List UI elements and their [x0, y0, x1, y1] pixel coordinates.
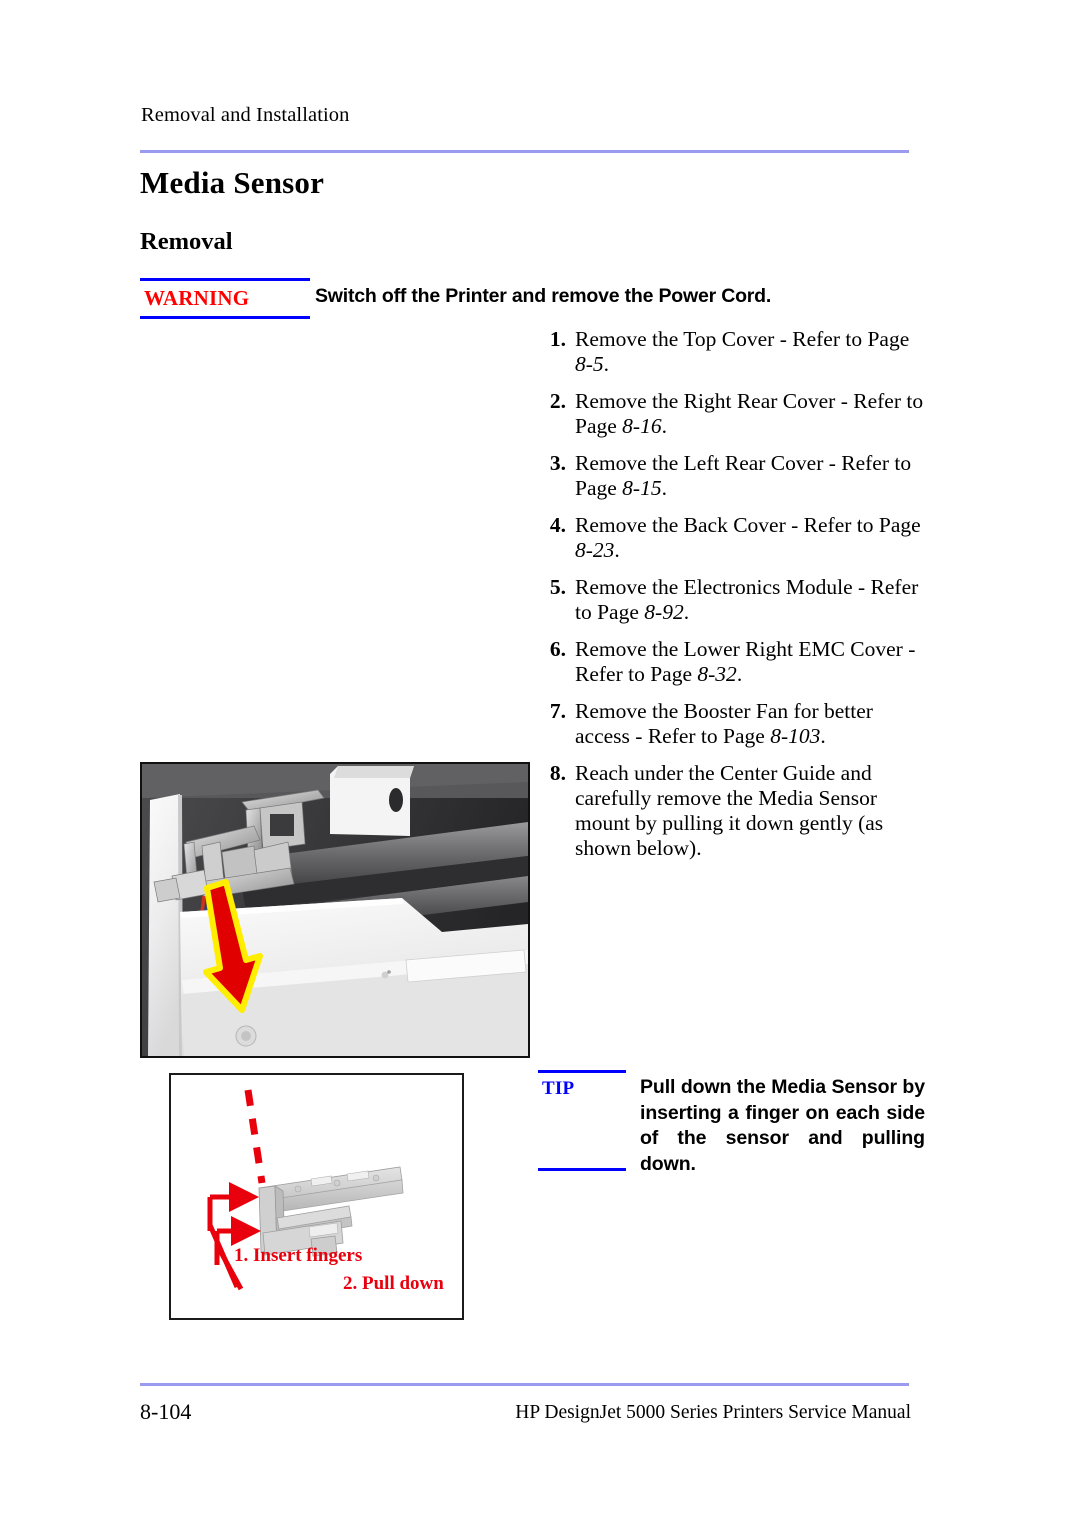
step-body: Remove the Booster Fan for better access… — [575, 699, 873, 748]
step-tail: . — [736, 662, 743, 686]
warning-rule-bottom — [140, 316, 310, 319]
step-page-reference[interactable]: 8-16 — [622, 414, 661, 438]
step-tail: . — [614, 538, 620, 562]
procedure-step: 4. Remove the Back Cover - Refer to Page … — [538, 513, 930, 563]
procedure-step: 7. Remove the Booster Fan for better acce… — [538, 699, 930, 749]
step-text: Remove the Back Cover - Refer to Page 8-… — [575, 513, 930, 563]
step-body: Remove the Top Cover - Refer to Page — [575, 327, 910, 351]
step-number: 5. — [549, 575, 566, 599]
footer-rule — [140, 1383, 909, 1386]
section-title: Removal — [140, 228, 233, 255]
step-tail: . — [683, 600, 690, 624]
step-number: 4. — [549, 513, 566, 537]
step-text: Remove the Booster Fan for better access… — [575, 699, 930, 749]
page-number: 8-104 — [140, 1399, 192, 1424]
step-text: Remove the Left Rear Cover - Refer to Pa… — [575, 451, 930, 501]
procedure-step: 2. Remove the Right Rear Cover - Refer to… — [538, 389, 930, 439]
manual-page: Removal and Installation Media Sensor Re… — [0, 0, 1080, 1528]
step-page-reference[interactable]: 8-15 — [622, 476, 661, 500]
step-number: 3. — [549, 451, 566, 475]
warning-text: Switch off the Printer and remove the Po… — [315, 285, 772, 307]
step-tail: . — [661, 476, 667, 500]
page-title: Media Sensor — [140, 165, 325, 200]
step-page-reference[interactable]: 8-103 — [770, 724, 820, 748]
media-sensor-photo — [140, 762, 530, 1058]
media-sensor-diagram: 1. Insert fingers 2. Pull down — [169, 1073, 464, 1320]
step-tail: . — [820, 724, 826, 748]
procedure-step: 3. Remove the Left Rear Cover - Refer to … — [538, 451, 930, 501]
step-text: Reach under the Center Guide and careful… — [575, 761, 930, 861]
tip-rule-bottom — [538, 1168, 626, 1171]
step-number: 2. — [549, 389, 566, 413]
tip-label: TIP — [542, 1078, 575, 1099]
step-body: Remove the Lower Right EMC Cover - Refer… — [575, 637, 916, 686]
procedure-step: 5. Remove the Electronics Module - Refer … — [538, 575, 930, 625]
procedure-step: 6. Remove the Lower Right EMC Cover - Ref… — [538, 637, 930, 687]
step-page-reference[interactable]: 8-32 — [697, 662, 736, 686]
step-number: 1. — [549, 327, 566, 351]
step-text: Remove the Right Rear Cover - Refer to P… — [575, 389, 930, 439]
step-tail: . — [661, 414, 667, 438]
tip-text: Pull down the Media Sensor by inserting … — [640, 1076, 925, 1175]
procedure-step: 8. Reach under the Center Guide and caref… — [538, 761, 930, 861]
footer-manual-title: HP DesignJet 5000 Series Printers Servic… — [515, 1402, 911, 1423]
tip-rule-top — [538, 1070, 626, 1073]
step-body: Remove the Electronics Module - Refer to… — [575, 575, 919, 624]
step-body: Reach under the Center Guide and careful… — [575, 761, 884, 860]
label-insert-fingers: 1. Insert fingers — [234, 1245, 362, 1266]
running-header: Removal and Installation — [141, 104, 350, 126]
step-number: 7. — [549, 699, 566, 723]
label-pull-down: 2. Pull down — [343, 1273, 444, 1294]
header-rule — [140, 150, 909, 153]
step-body: Remove the Back Cover - Refer to Page — [575, 513, 921, 537]
warning-rule-top — [140, 278, 310, 281]
step-text: Remove the Top Cover - Refer to Page 8-5… — [575, 327, 930, 377]
step-text: Remove the Electronics Module - Refer to… — [575, 575, 930, 625]
step-number: 8. — [549, 761, 566, 785]
step-tail: . — [603, 352, 610, 376]
step-page-reference[interactable]: 8-23 — [575, 538, 614, 562]
warning-label: WARNING — [144, 286, 250, 310]
procedure-step: 1. Remove the Top Cover - Refer to Page 8… — [538, 327, 930, 377]
photo-illustration — [142, 764, 528, 1056]
step-page-reference[interactable]: 8-92 — [644, 600, 683, 624]
diagram-illustration: 1. Insert fingers 2. Pull down — [171, 1075, 462, 1318]
step-number: 6. — [549, 637, 566, 661]
procedure-step-list: 1. Remove the Top Cover - Refer to Page 8… — [538, 327, 930, 873]
step-text: Remove the Lower Right EMC Cover - Refer… — [575, 637, 930, 687]
step-page-reference[interactable]: 8-5 — [575, 352, 604, 376]
